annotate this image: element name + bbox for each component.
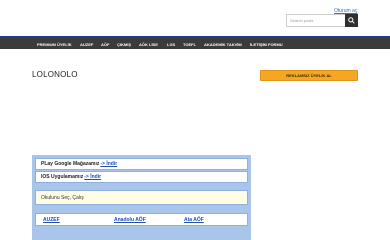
nav-item-aok-lise[interactable]: AÖK LİSE	[139, 42, 158, 47]
main-navigation: PREMIUM ÜYELİK AUZEF AÖF ÇIKMIŞ AÖK LİSE…	[0, 36, 390, 49]
search-input[interactable]	[286, 14, 345, 27]
google-play-download-link[interactable]: -> İndir	[100, 161, 117, 167]
ios-row: IOS Uygulamamız -> İndir	[35, 171, 248, 183]
nav-item-akademik-takvim[interactable]: AKADEMİK TAKVİM	[204, 42, 242, 47]
premium-membership-button[interactable]: REKLAMSIZ ÜYELİK AL	[260, 70, 358, 81]
nav-item-lgs[interactable]: LGS	[167, 42, 175, 47]
nav-item-auzef[interactable]: AUZEF	[80, 42, 93, 47]
ios-download-link[interactable]: -> İndir	[84, 174, 101, 180]
search-form	[286, 14, 358, 27]
school-links-row: AUZEF Anadolu AÖF Ata AÖF	[35, 213, 248, 226]
top-header: Oturum aç	[0, 0, 390, 36]
page-title: LOLONOLO	[32, 70, 78, 79]
app-links-panel: PLay Google Mağazamız -> İndir IOS Uygul…	[32, 155, 251, 240]
google-play-row: PLay Google Mağazamız -> İndir	[35, 158, 248, 170]
nav-item-iletisim-formu[interactable]: İLETİŞİM FORMU	[250, 42, 283, 47]
ios-label: IOS Uygulamamız	[41, 174, 84, 180]
nav-item-premium[interactable]: PREMIUM ÜYELİK	[37, 42, 72, 47]
search-button[interactable]	[345, 14, 358, 27]
nav-item-toefl[interactable]: TOEFL	[183, 42, 196, 47]
google-play-label: PLay Google Mağazamız	[41, 161, 100, 167]
school-select-banner: Okulunu Seç, Çalış	[35, 190, 248, 205]
nav-item-aof[interactable]: AÖF	[101, 42, 109, 47]
school-link-ata-aof[interactable]: Ata AÖF	[184, 214, 204, 225]
school-link-auzef[interactable]: AUZEF	[43, 214, 60, 225]
school-link-anadolu-aof[interactable]: Anadolu AÖF	[114, 214, 146, 225]
search-icon	[348, 17, 355, 24]
school-select-text: Okulunu Seç, Çalış	[41, 194, 84, 201]
nav-item-cikmis[interactable]: ÇIKMIŞ	[117, 42, 131, 47]
